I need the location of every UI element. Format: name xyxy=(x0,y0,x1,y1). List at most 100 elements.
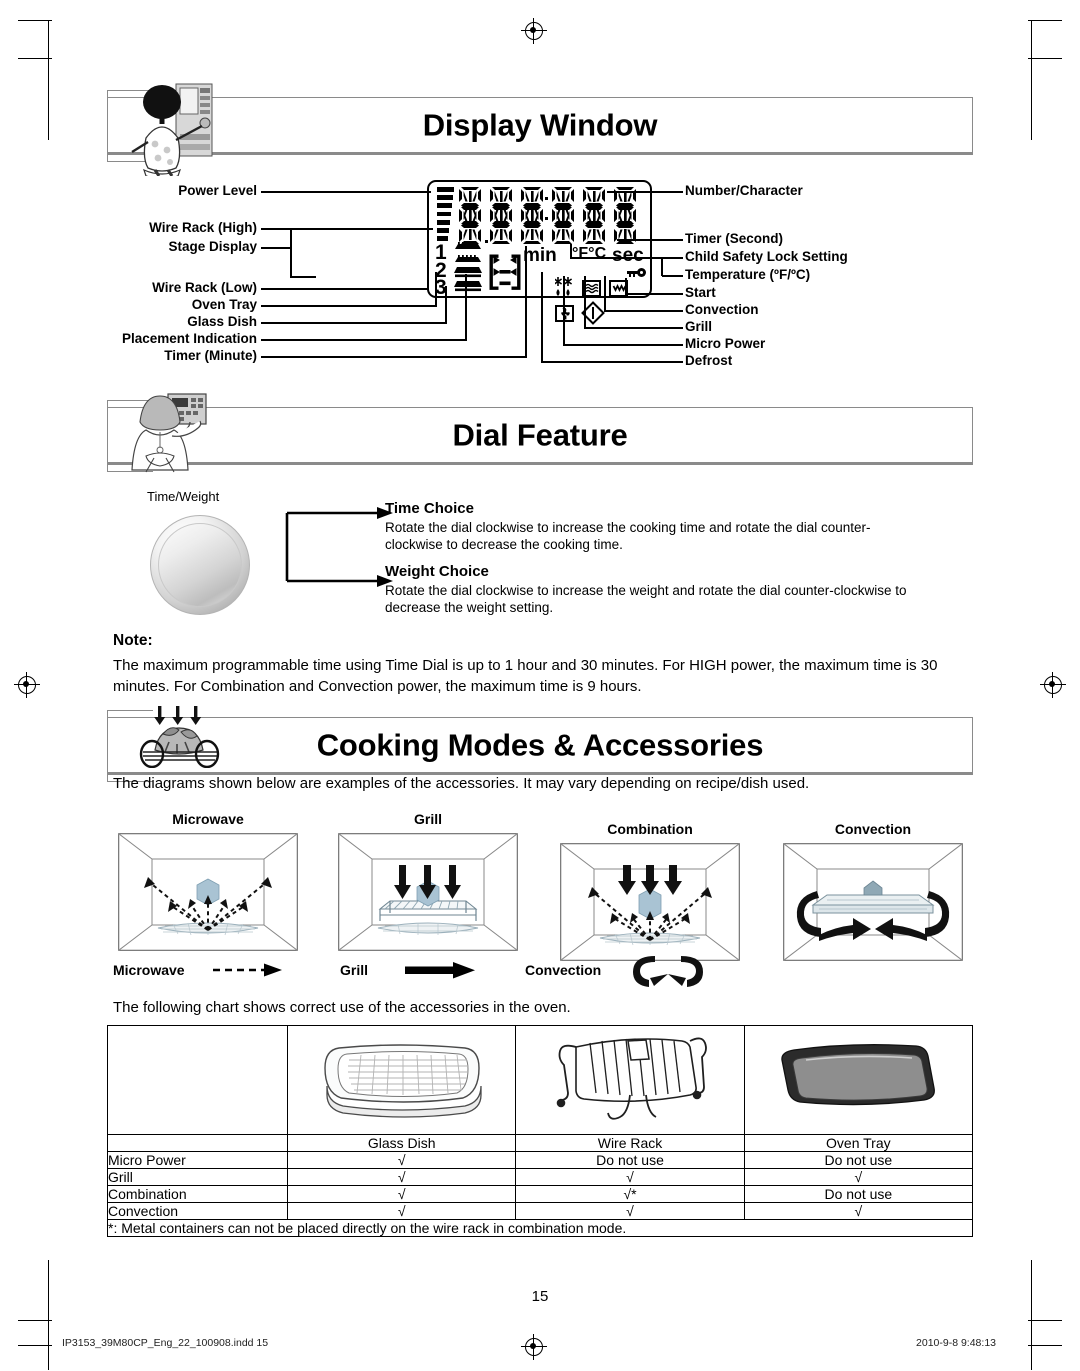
legend-grill-label: Grill xyxy=(340,962,369,978)
leader-micro-power xyxy=(563,344,683,346)
label-wire-rack-high: Wire Rack (High) xyxy=(149,220,257,235)
note-heading: Note: xyxy=(113,632,153,649)
label-placement-indication: Placement Indication xyxy=(121,331,257,346)
cell-micro-power-glass-dish: √ xyxy=(286,1151,517,1169)
time-weight-label: Time/Weight xyxy=(147,489,220,504)
cell-combination-oven-tray: Do not use xyxy=(743,1185,974,1203)
leader-timer-minute-v xyxy=(525,246,527,357)
crop-mark-tl-h2 xyxy=(18,58,52,60)
crop-mark-tl-v xyxy=(48,20,50,140)
leader-start-v xyxy=(625,278,627,294)
label-micro-power: Micro Power xyxy=(685,336,766,351)
cooking-modes-intro: The diagrams shown below are examples of… xyxy=(113,775,810,792)
table-row-footnote: *: Metal containers can not be placed di… xyxy=(107,1219,973,1237)
row-label-grill: Grill xyxy=(107,1168,288,1186)
crop-mark-br-h2 xyxy=(1028,1320,1062,1322)
label-start: Start xyxy=(685,285,716,300)
figure-caption-convection: Convection xyxy=(834,821,912,837)
combination-oven-diagram xyxy=(560,843,740,961)
rack-tray-dish-icons xyxy=(454,242,482,292)
leader-temp-h2 xyxy=(570,257,662,259)
crop-mark-bl-h2 xyxy=(18,1320,52,1322)
leader-wire-rack-high xyxy=(261,228,433,230)
crop-mark-br-h xyxy=(1028,1345,1062,1347)
display-window-diagram: 1 2 3 min °F°C sec Power Level Wire Rack… xyxy=(107,168,973,393)
leader-stage-top xyxy=(290,228,316,230)
cell-combination-glass-dish: √ xyxy=(286,1185,517,1203)
oven-tray-icon xyxy=(781,1043,936,1105)
figure-caption-microwave: Microwave xyxy=(172,811,244,827)
leader-timer-second xyxy=(617,239,683,241)
row-label-micro-power: Micro Power xyxy=(107,1151,288,1169)
dial-feature-body: Time/Weight Time Choice Rotate the dial … xyxy=(107,487,973,627)
note-text: The maximum programmable time using Time… xyxy=(113,657,938,695)
leader-temp-h xyxy=(662,275,683,277)
cell-wire-rack-picture xyxy=(515,1025,745,1135)
crop-mark-tl-h xyxy=(18,20,52,22)
roast-chicken-on-rack-icon xyxy=(139,706,220,768)
label-stage-display: Stage Display xyxy=(168,239,257,254)
grill-oven-diagram xyxy=(338,833,518,951)
circular-arrows-icon xyxy=(633,956,703,987)
leader-glass-dish xyxy=(261,322,447,324)
dial-branch-bracket xyxy=(285,507,393,587)
time-weight-dial[interactable] xyxy=(150,515,250,615)
cell-convection-glass-dish: √ xyxy=(286,1202,517,1220)
temperature-unit-label: °F°C xyxy=(572,245,607,262)
cell-grill-glass-dish: √ xyxy=(286,1168,517,1186)
table-row-micro-power: Micro Power √ Do not use Do not use xyxy=(107,1151,974,1169)
crop-mark-br-v xyxy=(1030,1260,1032,1370)
dial-feature-header: Dial Feature xyxy=(107,407,973,465)
table-row-column-headers: Glass Dish Wire Rack Oven Tray xyxy=(107,1134,974,1152)
figure-caption-grill: Grill xyxy=(413,811,442,827)
label-convection: Convection xyxy=(685,302,759,317)
cell-grill-oven-tray: √ xyxy=(743,1168,974,1186)
convection-oven-diagram xyxy=(783,843,963,961)
row-label-combination: Combination xyxy=(107,1185,288,1203)
leader-oven-tray-v xyxy=(435,272,437,306)
label-number-character: Number/Character xyxy=(685,183,803,198)
leader-grill-v xyxy=(584,276,586,328)
dashed-arrow-icon xyxy=(213,963,282,977)
registration-mark-top xyxy=(521,18,547,44)
cell-combination-wire-rack: √* xyxy=(515,1185,745,1203)
leader-convection xyxy=(604,310,683,312)
display-window-header: Display Window xyxy=(107,97,973,155)
leader-oven-tray xyxy=(261,305,437,307)
leader-defrost-v xyxy=(541,272,543,362)
leader-power-level xyxy=(261,191,431,193)
leader-timer-minute xyxy=(261,356,527,358)
lcd-mode-icons xyxy=(553,275,650,325)
label-timer-second: Timer (Second) xyxy=(685,231,784,246)
table-footnote: *: Metal containers can not be placed di… xyxy=(107,1219,973,1237)
crop-mark-bl-h xyxy=(18,1345,52,1347)
time-choice-heading: Time Choice xyxy=(385,500,474,517)
person-holding-panel-icon xyxy=(131,393,207,473)
header-cell-blank xyxy=(107,1134,288,1152)
cell-micro-power-oven-tray: Do not use xyxy=(743,1151,974,1169)
table-row-grill: Grill √ √ √ xyxy=(107,1168,974,1186)
cooking-modes-title: Cooking Modes & Accessories xyxy=(316,727,764,763)
label-wire-rack-low: Wire Rack (Low) xyxy=(152,280,257,295)
table-row-pictures xyxy=(107,1025,974,1135)
label-grill: Grill xyxy=(685,319,713,334)
timer-second-label: sec xyxy=(612,245,644,266)
label-temperature: Temperature (ºF/ºC) xyxy=(685,267,811,282)
cell-oven-tray-picture xyxy=(743,1025,974,1135)
display-window-title: Display Window xyxy=(422,107,658,143)
person-at-microwave-icon xyxy=(131,83,213,176)
table-row-convection: Convection √ √ √ xyxy=(107,1202,974,1220)
cell-convection-wire-rack: √ xyxy=(515,1202,745,1220)
wire-rack-icon xyxy=(556,1037,707,1120)
table-row-combination: Combination √ √* Do not use xyxy=(107,1185,974,1203)
cell-micro-power-wire-rack: Do not use xyxy=(515,1151,745,1169)
leader-stage-bottom xyxy=(290,276,316,278)
leader-wire-rack-low xyxy=(261,288,429,290)
label-oven-tray: Oven Tray xyxy=(191,297,257,312)
footer-timestamp: 2010-9-8 9:48:13 xyxy=(916,1337,996,1349)
number-character-digits xyxy=(459,187,636,244)
label-defrost: Defrost xyxy=(685,353,733,368)
leader-temp-v xyxy=(661,257,663,276)
manual-page: Display Window 1 2 3 min °F°C sec Power … xyxy=(0,0,1080,1371)
dial-feature-title: Dial Feature xyxy=(452,417,628,453)
